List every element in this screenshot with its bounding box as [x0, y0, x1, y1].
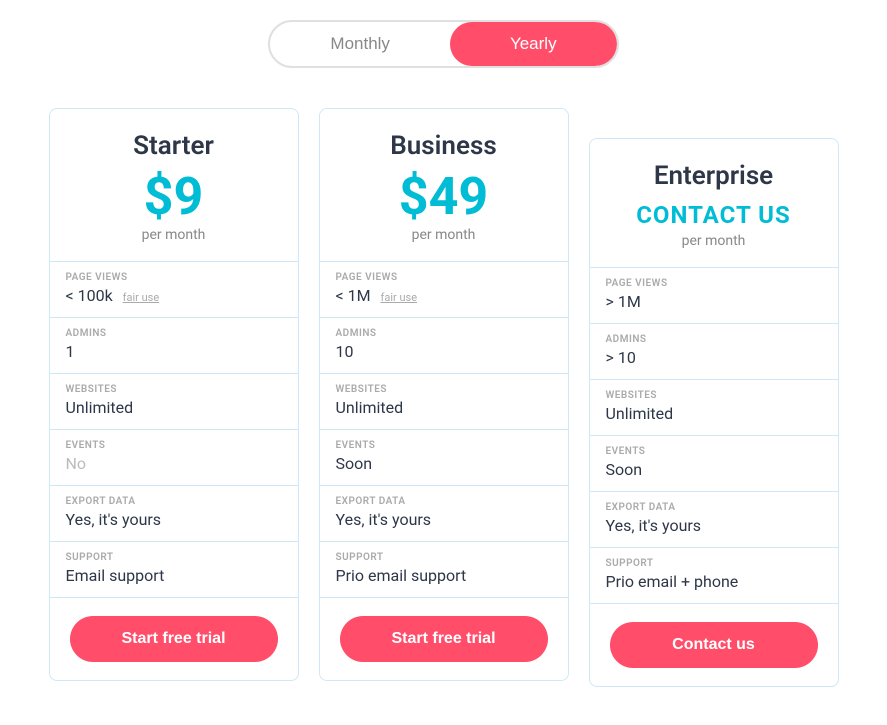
enterprise-events-value: Soon: [606, 460, 822, 479]
starter-websites-label: WEBSITES: [66, 384, 282, 395]
business-events-row: EVENTS Soon: [320, 430, 568, 486]
enterprise-support-label: SUPPORT: [606, 558, 822, 569]
business-admins-row: ADMINS 10: [320, 318, 568, 374]
enterprise-export-value: Yes, it's yours: [606, 516, 822, 535]
starter-cta-button[interactable]: Start free trial: [70, 616, 278, 662]
enterprise-websites-row: WEBSITES Unlimited: [590, 380, 838, 436]
enterprise-price-label: per month: [610, 233, 818, 249]
business-support-label: SUPPORT: [336, 552, 552, 563]
enterprise-events-label: EVENTS: [606, 446, 822, 457]
enterprise-page-views-row: PAGE VIEWS > 1M: [590, 268, 838, 324]
business-admins-label: ADMINS: [336, 328, 552, 339]
business-admins-value: 10: [336, 342, 552, 361]
enterprise-admins-row: ADMINS > 10: [590, 324, 838, 380]
business-export-value: Yes, it's yours: [336, 510, 552, 529]
enterprise-cta-container: Contact us: [590, 604, 838, 686]
enterprise-export-row: EXPORT DATA Yes, it's yours: [590, 492, 838, 548]
enterprise-header: Enterprise CONTACT US per month: [590, 139, 838, 268]
starter-websites-value: Unlimited: [66, 398, 282, 417]
business-plan-card: Business $49 per month PAGE VIEWS < 1M f…: [319, 108, 569, 681]
starter-websites-row: WEBSITES Unlimited: [50, 374, 298, 430]
enterprise-contact-label: CONTACT US: [610, 201, 818, 229]
business-support-value: Prio email support: [336, 566, 552, 585]
enterprise-events-row: EVENTS Soon: [590, 436, 838, 492]
business-websites-value: Unlimited: [336, 398, 552, 417]
starter-page-views-label: PAGE VIEWS: [66, 272, 282, 283]
starter-events-label: EVENTS: [66, 440, 282, 451]
starter-support-value: Email support: [66, 566, 282, 585]
business-export-label: EXPORT DATA: [336, 496, 552, 507]
business-cta-button[interactable]: Start free trial: [340, 616, 548, 662]
starter-events-row: EVENTS No: [50, 430, 298, 486]
enterprise-export-label: EXPORT DATA: [606, 502, 822, 513]
starter-events-value: No: [66, 454, 282, 473]
enterprise-page-views-label: PAGE VIEWS: [606, 278, 822, 289]
starter-export-value: Yes, it's yours: [66, 510, 282, 529]
starter-support-row: SUPPORT Email support: [50, 542, 298, 598]
business-websites-row: WEBSITES Unlimited: [320, 374, 568, 430]
starter-plan-name: Starter: [70, 131, 278, 161]
business-page-views-value: < 1M fair use: [336, 286, 552, 305]
enterprise-admins-label: ADMINS: [606, 334, 822, 345]
starter-page-views-row: PAGE VIEWS < 100k fair use: [50, 262, 298, 318]
starter-cta-container: Start free trial: [50, 598, 298, 680]
enterprise-support-row: SUPPORT Prio email + phone: [590, 548, 838, 604]
enterprise-cta-button[interactable]: Contact us: [610, 622, 818, 668]
starter-export-label: EXPORT DATA: [66, 496, 282, 507]
business-page-views-label: PAGE VIEWS: [336, 272, 552, 283]
starter-support-label: SUPPORT: [66, 552, 282, 563]
starter-price: $9: [70, 171, 278, 223]
enterprise-websites-value: Unlimited: [606, 404, 822, 423]
starter-header: Starter $9 per month: [50, 109, 298, 262]
business-support-row: SUPPORT Prio email support: [320, 542, 568, 598]
starter-price-label: per month: [70, 227, 278, 243]
business-header: Business $49 per month: [320, 109, 568, 262]
starter-fair-use: fair use: [123, 291, 160, 304]
enterprise-plan-card: Enterprise CONTACT US per month PAGE VIE…: [589, 138, 839, 687]
enterprise-page-views-value: > 1M: [606, 292, 822, 311]
enterprise-admins-value: > 10: [606, 348, 822, 367]
business-websites-label: WEBSITES: [336, 384, 552, 395]
pricing-cards: Starter $9 per month PAGE VIEWS < 100k f…: [20, 108, 867, 687]
starter-admins-row: ADMINS 1: [50, 318, 298, 374]
starter-admins-label: ADMINS: [66, 328, 282, 339]
starter-export-row: EXPORT DATA Yes, it's yours: [50, 486, 298, 542]
business-fair-use: fair use: [381, 291, 418, 304]
enterprise-plan-name: Enterprise: [610, 161, 818, 191]
billing-toggle: Monthly Yearly: [20, 20, 867, 68]
business-export-row: EXPORT DATA Yes, it's yours: [320, 486, 568, 542]
enterprise-websites-label: WEBSITES: [606, 390, 822, 401]
starter-plan-card: Starter $9 per month PAGE VIEWS < 100k f…: [49, 108, 299, 681]
enterprise-support-value: Prio email + phone: [606, 572, 822, 591]
toggle-wrapper: Monthly Yearly: [268, 20, 618, 68]
starter-admins-value: 1: [66, 342, 282, 361]
business-plan-name: Business: [340, 131, 548, 161]
business-price: $49: [340, 171, 548, 223]
business-events-label: EVENTS: [336, 440, 552, 451]
business-price-label: per month: [340, 227, 548, 243]
monthly-toggle-button[interactable]: Monthly: [270, 22, 450, 66]
business-events-value: Soon: [336, 454, 552, 473]
business-cta-container: Start free trial: [320, 598, 568, 680]
starter-page-views-value: < 100k fair use: [66, 286, 282, 305]
business-page-views-row: PAGE VIEWS < 1M fair use: [320, 262, 568, 318]
yearly-toggle-button[interactable]: Yearly: [450, 22, 617, 66]
